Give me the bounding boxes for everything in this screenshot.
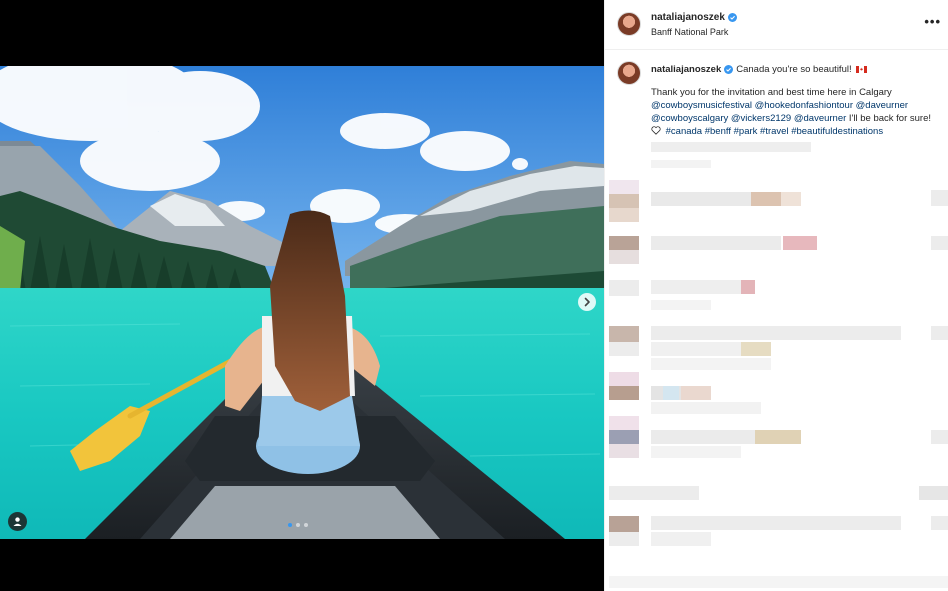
redacted-block [931, 190, 948, 206]
redacted-block [609, 342, 639, 356]
redacted-block [609, 444, 639, 458]
hashtag-link[interactable]: #beautifuldestinations [791, 126, 883, 137]
media-pane [0, 0, 604, 591]
redacted-block [609, 532, 639, 546]
carousel-dot-2 [296, 523, 300, 527]
carousel-dot-3 [304, 523, 308, 527]
comments-redacted [605, 140, 948, 591]
hashtag-link[interactable]: #canada [666, 126, 702, 137]
redacted-block [651, 446, 741, 458]
redacted-block [609, 576, 948, 588]
post-details-pane: nataliajanoszek Banff National Park ••• … [604, 0, 948, 591]
redacted-block [931, 236, 948, 250]
redacted-block [651, 160, 711, 168]
header-username-row: nataliajanoszek [651, 12, 737, 23]
redacted-block [609, 416, 639, 430]
redacted-block [609, 208, 639, 222]
redacted-block [931, 516, 948, 530]
hashtag-link[interactable]: #travel [760, 126, 789, 137]
mention-link[interactable]: @daveurner [794, 113, 846, 124]
redacted-block [781, 192, 801, 206]
redacted-block [919, 486, 948, 500]
redacted-block [609, 280, 639, 296]
redacted-block [609, 386, 639, 400]
user-tag-icon [13, 517, 22, 526]
caption-username[interactable]: nataliajanoszek [651, 63, 721, 76]
mention-link[interactable]: @vickers2129 [731, 113, 791, 124]
redacted-block [651, 516, 901, 530]
heart-outline-icon [651, 126, 661, 135]
avatar[interactable] [617, 61, 641, 85]
redacted-block [651, 358, 771, 370]
canada-flag-icon [855, 66, 867, 73]
carousel-indicator [288, 523, 308, 527]
redacted-block [609, 236, 639, 250]
post-header: nataliajanoszek Banff National Park ••• [605, 0, 948, 50]
redacted-block [609, 516, 639, 532]
redacted-block [783, 236, 817, 250]
more-horizontal-icon: ••• [924, 14, 941, 29]
redacted-block [609, 372, 639, 386]
carousel-dot-1 [288, 523, 292, 527]
caption-body: nataliajanoszek Canada you're so beautif… [651, 63, 943, 138]
carousel-next-button[interactable] [578, 293, 596, 311]
mention-link[interactable]: @hookedonfashiontour [755, 100, 853, 111]
caption-outro: I'll be back for sure! [848, 113, 931, 124]
post-location[interactable]: Banff National Park [651, 27, 728, 37]
redacted-block [751, 192, 781, 206]
redacted-block [651, 192, 751, 206]
redacted-block [609, 194, 639, 208]
redacted-block [651, 342, 741, 356]
user-tags-button[interactable] [8, 512, 27, 531]
mention-link[interactable]: @cowboysmusicfestival [651, 100, 752, 111]
redacted-block [663, 386, 679, 400]
redacted-block [651, 236, 781, 250]
redacted-block [651, 402, 761, 414]
caption-first-line: nataliajanoszek Canada you're so beautif… [651, 63, 943, 76]
redacted-block [755, 430, 801, 444]
redacted-block [609, 180, 639, 194]
redacted-block [651, 300, 711, 310]
redacted-block [651, 280, 741, 294]
redacted-block [609, 486, 699, 500]
redacted-block [609, 430, 639, 444]
avatar[interactable] [617, 12, 641, 36]
hashtag-link[interactable]: #benff [705, 126, 731, 137]
post-photo[interactable] [0, 66, 604, 539]
verified-badge-icon [727, 13, 737, 22]
redacted-block [609, 326, 639, 342]
redacted-block [651, 532, 711, 546]
verified-badge-icon [724, 65, 734, 74]
chevron-right-icon [584, 297, 590, 307]
mention-link[interactable]: @cowboyscalgary [651, 113, 728, 124]
redacted-block [741, 280, 755, 294]
redacted-block [931, 326, 948, 340]
redacted-block [609, 250, 639, 264]
redacted-block [651, 142, 811, 152]
redacted-block [681, 386, 711, 400]
redacted-block [931, 430, 948, 444]
redacted-block [651, 430, 755, 444]
redacted-block [741, 342, 771, 356]
hashtag-link[interactable]: #park [734, 126, 758, 137]
instagram-post-view: nataliajanoszek Banff National Park ••• … [0, 0, 948, 591]
more-options-button[interactable]: ••• [924, 14, 941, 29]
caption-intro: Thank you for the invitation and best ti… [651, 87, 892, 98]
lake-canoe-image [0, 66, 604, 539]
mention-link[interactable]: @daveurner [856, 100, 908, 111]
caption-headline: Canada you're so beautiful! [736, 64, 852, 75]
redacted-block [651, 326, 901, 340]
header-username[interactable]: nataliajanoszek [651, 12, 725, 23]
caption-text: Thank you for the invitation and best ti… [651, 86, 943, 138]
